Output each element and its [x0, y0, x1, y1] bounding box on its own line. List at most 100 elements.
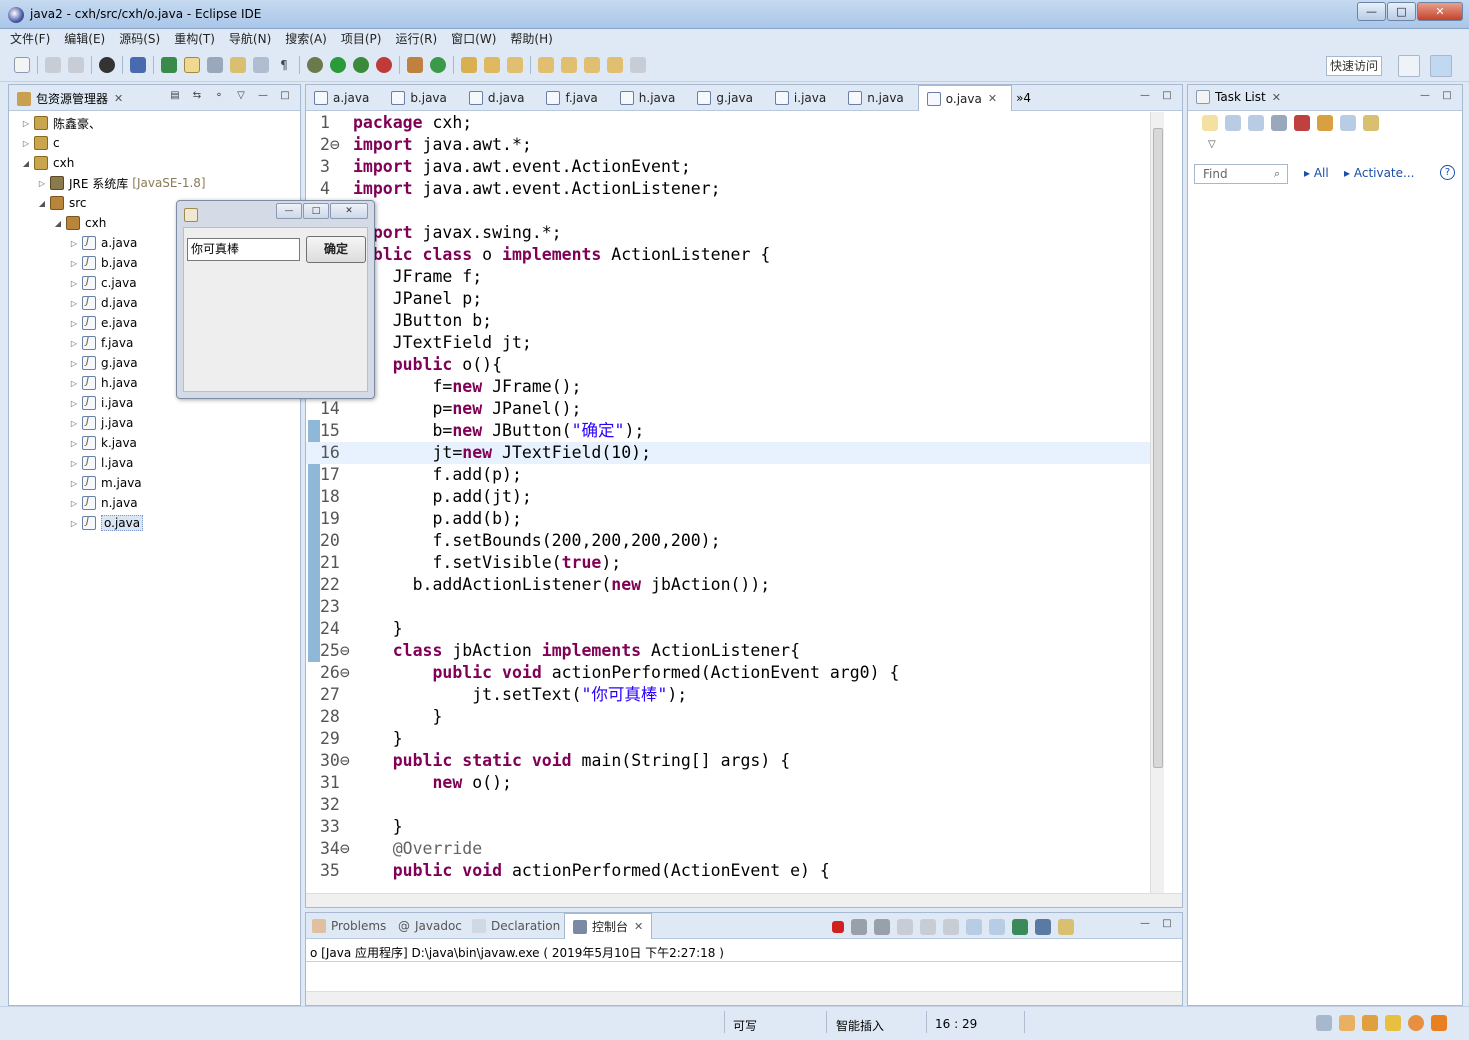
new-icon[interactable] — [14, 57, 30, 73]
book-icon[interactable] — [1339, 1015, 1355, 1031]
code-line[interactable]: 30⊖ public static void main(String[] arg… — [306, 750, 1156, 772]
tree-item-file[interactable]: ▷ g.java — [69, 353, 138, 373]
back-icon[interactable] — [607, 57, 623, 73]
minimize-view-icon[interactable]: — — [1138, 89, 1152, 103]
tree-item-file[interactable]: ▷ e.java — [69, 313, 137, 333]
expand-icon[interactable]: ▷ — [69, 399, 79, 408]
pin-console-icon[interactable] — [1012, 919, 1028, 935]
hide-completed-icon[interactable] — [1294, 115, 1310, 131]
vertical-scrollbar[interactable] — [1150, 112, 1164, 893]
code-line[interactable]: import javax.swing.*; — [306, 222, 1156, 244]
overview-ruler[interactable] — [1166, 112, 1180, 893]
maximize-view-icon[interactable]: □ — [1160, 89, 1174, 103]
code-line[interactable]: 33 } — [306, 816, 1156, 838]
minimize-view-icon[interactable]: — — [256, 89, 270, 103]
tree-item-file[interactable]: ▷ d.java — [69, 293, 138, 313]
tab-declaration[interactable]: Declaration — [472, 913, 560, 939]
code-line[interactable]: 27 jt.setText("你可真棒"); — [306, 684, 1156, 706]
close-button[interactable]: ✕ — [1417, 2, 1463, 21]
categorized-icon[interactable] — [1225, 115, 1241, 131]
code-line[interactable]: JFrame f; — [306, 266, 1156, 288]
tab-task-list[interactable]: Task List ✕ — [1196, 90, 1281, 104]
activate-link[interactable]: ▸ Activate... — [1344, 166, 1414, 180]
word-wrap-icon[interactable] — [943, 919, 959, 935]
code-line[interactable]: 26⊖ public void actionPerformed(ActionEv… — [306, 662, 1156, 684]
swing-app-window[interactable]: — □ ✕ 你可真棒 确定 — [176, 200, 375, 399]
code-line[interactable]: 2⊖ import java.awt.*; — [306, 134, 1156, 156]
close-icon[interactable]: ✕ — [1272, 91, 1281, 104]
code-line[interactable]: JPanel p; — [306, 288, 1156, 310]
focus-workweek-icon[interactable] — [1317, 115, 1333, 131]
tree-item-jre[interactable]: ▷ JRE 系统库 [JavaSE-1.8] — [37, 173, 206, 193]
coverage-icon[interactable] — [353, 57, 369, 73]
external-tools-icon[interactable] — [376, 57, 392, 73]
expand-icon[interactable]: ▷ — [69, 279, 79, 288]
tab-package-explorer[interactable]: 包资源管理器 ✕ — [17, 90, 123, 107]
rss-icon[interactable] — [1431, 1015, 1447, 1031]
collapse-all-icon[interactable]: ▤ — [168, 89, 182, 103]
view-menu-icon[interactable]: ▽ — [234, 89, 248, 103]
tree-item-file[interactable]: ▷ j.java — [69, 413, 133, 433]
forward-icon[interactable] — [630, 57, 646, 73]
editor-tab-a[interactable]: a.java — [306, 85, 383, 111]
expand-icon[interactable]: ▷ — [69, 239, 79, 248]
tab-overflow-button[interactable]: »4 — [1016, 85, 1031, 110]
code-line[interactable]: 31 new o(); — [306, 772, 1156, 794]
code-line[interactable]: 15 b=new JButton("确定"); — [306, 420, 1156, 442]
highlight-icon[interactable] — [184, 57, 200, 73]
expand-icon[interactable]: ▷ — [69, 359, 79, 368]
open-type-icon[interactable] — [461, 57, 477, 73]
open-task-icon[interactable] — [484, 57, 500, 73]
pilcrow-icon[interactable]: ¶ — [276, 57, 292, 73]
pencil-icon[interactable] — [1385, 1015, 1401, 1031]
previous-annotation-icon[interactable] — [561, 57, 577, 73]
menu-help[interactable]: 帮助(H) — [510, 29, 552, 49]
code-line[interactable]: 3 import java.awt.event.ActionEvent; — [306, 156, 1156, 178]
scroll-lock-icon[interactable] — [920, 919, 936, 935]
code-line[interactable]: 23 — [306, 596, 1156, 618]
remove-launch-icon[interactable] — [851, 919, 867, 935]
run-icon[interactable] — [330, 57, 346, 73]
expand-icon[interactable]: ▷ — [69, 519, 79, 528]
minimize-view-icon[interactable]: — — [1418, 89, 1432, 103]
collapse-icon[interactable]: ◢ — [37, 199, 47, 208]
swing-close-button[interactable]: ✕ — [330, 203, 368, 219]
code-line[interactable]: 32 — [306, 794, 1156, 816]
scheduled-icon[interactable] — [1248, 115, 1264, 131]
debug-icon[interactable] — [307, 57, 323, 73]
block-selection-icon[interactable] — [207, 57, 223, 73]
new-task-icon[interactable] — [1202, 115, 1218, 131]
code-line[interactable]: 14 p=new JPanel(); — [306, 398, 1156, 420]
editor-tab-h[interactable]: h.java — [612, 85, 690, 111]
collapse-icon[interactable]: ◢ — [53, 219, 63, 228]
collapse-all-icon[interactable] — [1340, 115, 1356, 131]
console-horizontal-scrollbar[interactable] — [306, 991, 1182, 1005]
filter-icon[interactable]: ⚬ — [212, 89, 226, 103]
code-line[interactable]: public o(){ — [306, 354, 1156, 376]
view-menu-icon[interactable]: ▽ — [1208, 139, 1216, 150]
remove-all-icon[interactable] — [874, 919, 890, 935]
code-line[interactable]: 29 } — [306, 728, 1156, 750]
tree-item-file[interactable]: ▷ c.java — [69, 273, 137, 293]
menu-run[interactable]: 运行(R) — [395, 29, 437, 49]
editor-tab-i[interactable]: i.java — [767, 85, 840, 111]
tree-item-file[interactable]: ▷ l.java — [69, 453, 133, 473]
code-line[interactable] — [306, 200, 1156, 222]
maximize-button[interactable]: □ — [1387, 2, 1416, 21]
expand-icon[interactable]: ▷ — [69, 299, 79, 308]
code-line[interactable]: public class o implements ActionListener… — [306, 244, 1156, 266]
expand-icon[interactable]: ▷ — [69, 499, 79, 508]
code-line[interactable]: 20 f.setBounds(200,200,200,200); — [306, 530, 1156, 552]
expand-icon[interactable]: ▷ — [21, 119, 31, 128]
code-line[interactable]: 21 f.setVisible(true); — [306, 552, 1156, 574]
code-line[interactable]: 28 } — [306, 706, 1156, 728]
show-whitespace-icon[interactable] — [230, 57, 246, 73]
terminate-icon[interactable] — [832, 921, 844, 933]
skip-breakpoints-icon[interactable] — [130, 57, 146, 73]
minimize-view-icon[interactable]: — — [1138, 917, 1152, 931]
expand-icon[interactable]: ▷ — [69, 439, 79, 448]
open-perspective-icon[interactable] — [1398, 55, 1420, 77]
new-class-icon[interactable] — [430, 57, 446, 73]
tab-console[interactable]: 控制台 ✕ — [564, 913, 653, 939]
editor-tab-n[interactable]: n.java — [840, 85, 918, 111]
